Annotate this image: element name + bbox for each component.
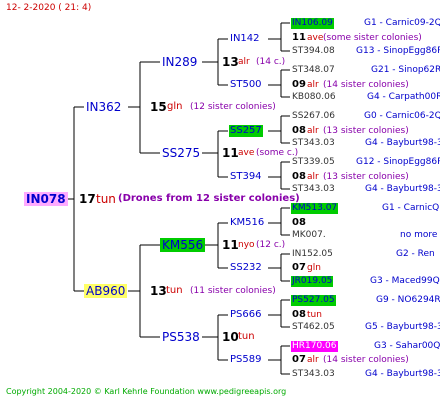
g3-queen-id[interactable]: IN142 <box>230 34 260 44</box>
g1-description: (11 sister colonies) <box>190 286 276 296</box>
g3-race: alr <box>307 172 319 182</box>
g4-queen-id[interactable]: IN106.09 <box>291 18 334 29</box>
g3-queen-id[interactable]: PS666 <box>230 310 261 320</box>
g2-generation: 10 <box>222 330 239 344</box>
g2-queen-id[interactable]: IN289 <box>162 56 197 68</box>
g2-race: ave <box>238 148 255 158</box>
g4-ref: G4 - Carpath00R <box>367 92 440 102</box>
g3-description: (13 sister colonies) <box>323 172 409 182</box>
g3-race: ave <box>307 33 324 43</box>
g4-ref: G1 - Carnic09-2Q <box>364 18 440 28</box>
g2-race: alr <box>238 57 250 67</box>
g4-ref: G0 - Carnic06-2Q <box>364 111 440 121</box>
g4-ref: G4 - Bayburt98-3 <box>365 138 440 148</box>
g2-queen-id[interactable]: PS538 <box>162 331 200 343</box>
g3-description: (13 sister colonies) <box>323 126 409 136</box>
copyright-footer: Copyright 2004-2020 © Karl Kehrle Founda… <box>6 387 287 396</box>
g3-queen-id[interactable]: KM516 <box>230 218 264 228</box>
g4-queen-id[interactable]: ST343.03 <box>292 370 335 379</box>
g4-queen-id[interactable]: MK007. <box>292 231 326 240</box>
g3-race: alr <box>307 80 319 90</box>
g3-queen-id[interactable]: SS257 <box>229 125 263 137</box>
g4-queen-id[interactable]: PS527.05 <box>291 295 336 306</box>
g2-race: tun <box>238 331 255 342</box>
g4-ref: G2 - Ren <box>396 249 435 259</box>
g3-generation: 08 <box>292 125 306 136</box>
g2-generation: 11 <box>222 146 239 160</box>
g4-ref: G1 - CarnicQ <box>382 203 440 213</box>
g3-generation: 07 <box>292 354 306 365</box>
g1-generation: 13 <box>150 284 167 298</box>
g4-ref: G4 - Bayburt98-3 <box>365 184 440 194</box>
g2-description: (14 c.) <box>256 57 286 67</box>
report-date: 12- 2-2020 ( 21: 4) <box>6 3 92 13</box>
g3-queen-id[interactable]: ST500 <box>230 80 262 90</box>
g4-queen-id[interactable]: ST339.05 <box>292 158 335 167</box>
g4-ref: G4 - Bayburt98-3 <box>365 369 440 379</box>
g3-race: alr <box>307 355 319 365</box>
g3-description: (some sister colonies) <box>323 33 422 43</box>
g4-ref: G3 - Maced99Q <box>370 276 440 286</box>
g3-race: alr <box>307 126 319 136</box>
g2-race: nyo <box>238 240 255 250</box>
root-generation: 17 <box>79 192 96 206</box>
g4-queen-id[interactable]: JR019.05 <box>291 276 334 287</box>
g4-queen-id[interactable]: ST343.03 <box>292 139 335 148</box>
g3-queen-id[interactable]: PS589 <box>230 355 261 365</box>
g3-queen-id[interactable]: SS232 <box>230 263 262 273</box>
g3-race: tun <box>307 310 322 320</box>
g4-queen-id[interactable]: SS267.06 <box>292 112 335 121</box>
g1-description: (12 sister colonies) <box>190 102 276 112</box>
g3-generation: 07 <box>292 262 306 273</box>
g4-queen-id[interactable]: ST394.08 <box>292 47 335 56</box>
g1-race: tun <box>166 285 183 296</box>
g4-ref: G3 - Sahar00Q <box>374 341 440 351</box>
g4-ref: no more <box>400 230 438 240</box>
g4-queen-id[interactable]: ST348.07 <box>292 66 335 75</box>
g2-generation: 11 <box>222 238 239 252</box>
g3-generation: 08 <box>292 217 306 228</box>
g3-generation: 08 <box>292 309 306 320</box>
g2-description: (12 c.) <box>256 240 286 250</box>
g3-race: gln <box>307 263 321 273</box>
g1-generation: 15 <box>150 100 167 114</box>
g3-queen-id[interactable]: ST394 <box>230 172 262 182</box>
g1-race: gln <box>167 101 183 112</box>
g3-generation: 08 <box>292 171 306 182</box>
root-race: tun <box>96 192 116 206</box>
g4-queen-id[interactable]: HR170.06 <box>291 341 338 352</box>
root-description: (Drones from 12 sister colonies) <box>118 193 300 204</box>
g2-queen-id[interactable]: KM556 <box>160 238 206 252</box>
root-queen-id[interactable]: IN078 <box>24 192 68 206</box>
g4-queen-id[interactable]: IN152.05 <box>292 250 333 259</box>
g3-generation: 11 <box>292 32 306 43</box>
g4-queen-id[interactable]: KM513.07 <box>291 203 339 214</box>
g3-description: (14 sister colonies) <box>323 80 409 90</box>
g4-ref: G13 - SinopEgg86R <box>356 46 440 56</box>
g4-ref: G5 - Bayburt98-3 <box>365 322 440 332</box>
g4-ref: G21 - Sinop62R <box>371 65 440 75</box>
g4-ref: G12 - SinopEgg86R <box>356 157 440 167</box>
g4-queen-id[interactable]: KB080.06 <box>292 93 336 102</box>
g1-queen-id[interactable]: IN362 <box>86 101 121 113</box>
g1-queen-id[interactable]: AB960 <box>84 284 128 298</box>
g3-description: (14 sister colonies) <box>323 355 409 365</box>
g4-ref: G9 - NO6294R <box>376 295 440 305</box>
g4-queen-id[interactable]: ST462.05 <box>292 323 335 332</box>
g3-generation: 09 <box>292 79 306 90</box>
g4-queen-id[interactable]: ST343.03 <box>292 185 335 194</box>
g2-queen-id[interactable]: SS275 <box>162 147 200 159</box>
g2-generation: 13 <box>222 55 239 69</box>
